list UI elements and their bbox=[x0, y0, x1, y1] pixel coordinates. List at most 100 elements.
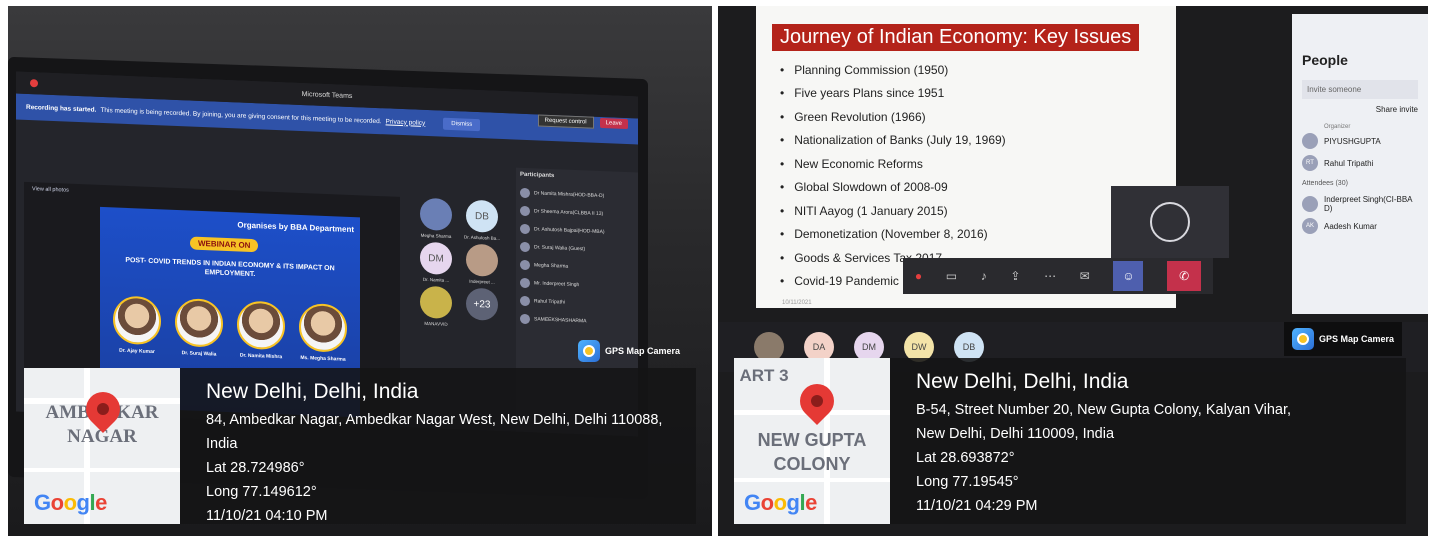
window-title: Microsoft Teams bbox=[301, 90, 353, 100]
participant-name: Dr. Suraj Walia (Guest) bbox=[534, 244, 586, 253]
photo-right-presentation: Journey of Indian Economy: Key Issues Pl… bbox=[718, 6, 1428, 536]
gps-camera-tag: GPS Map Camera bbox=[1284, 322, 1403, 356]
avatar: DM bbox=[420, 241, 452, 276]
meeting-controls: ● ▭ ♪ ⇪ ⋯ ✉ ☺ ✆ bbox=[903, 258, 1213, 294]
people-row[interactable]: PIYUSHGUPTA bbox=[1302, 130, 1418, 152]
view-all-photos[interactable]: View all photos bbox=[32, 186, 69, 193]
participant-name: Rahul Tripathi bbox=[534, 298, 565, 306]
gallery-name: MANAVVID bbox=[424, 320, 448, 327]
self-video-tile[interactable] bbox=[1111, 186, 1229, 258]
avatar bbox=[520, 187, 530, 199]
speaker-name: Dr. Suraj Walia bbox=[181, 350, 217, 358]
gallery-tile[interactable]: +23 bbox=[462, 287, 502, 324]
avatar bbox=[520, 313, 530, 325]
participant-name: SAMEEKSHASHARMA bbox=[534, 316, 587, 325]
people-row[interactable]: Inderpreet Singh(CI-BBA D) bbox=[1302, 193, 1418, 215]
attendees-label[interactable]: Attendees (30) bbox=[1302, 180, 1418, 187]
slide-bullet: New Economic Reforms bbox=[780, 152, 1006, 176]
avatar bbox=[520, 205, 530, 217]
speaker: Dr. Ajay Kumar bbox=[109, 295, 165, 355]
gps-camera-icon bbox=[578, 340, 600, 362]
participant-name: Dr Namita Mishra(HOD-BBA-D) bbox=[534, 190, 605, 200]
speaker: Dr. Suraj Walia bbox=[171, 297, 227, 358]
slide-bullet: Five years Plans since 1951 bbox=[780, 82, 1006, 106]
speaker-name: Ms. Megha Sharma bbox=[300, 354, 346, 363]
gallery-tile[interactable]: MANAVVID bbox=[416, 285, 456, 328]
gps-details: New Delhi, Delhi, India B-54, Street Num… bbox=[916, 370, 1392, 518]
recording-banner-text: This meeting is being recorded. By joini… bbox=[100, 106, 382, 125]
gps-longitude: Long 77.149612° bbox=[206, 484, 317, 500]
share-screen-icon[interactable]: ⇪ bbox=[1010, 269, 1020, 283]
gallery-tile[interactable]: DB Dr. Ashutosh Ba... bbox=[462, 199, 502, 241]
camera-off-icon[interactable]: ▭ bbox=[946, 269, 957, 283]
people-title: People bbox=[1302, 52, 1348, 68]
people-row[interactable]: AK Aadesh Kumar bbox=[1302, 215, 1418, 237]
map-label: COLONY bbox=[773, 454, 851, 474]
avatar bbox=[1302, 196, 1318, 212]
avatar bbox=[520, 223, 530, 235]
hang-up-icon[interactable]: ✆ bbox=[1167, 261, 1202, 291]
poster-badge: WEBINAR ON bbox=[190, 236, 259, 253]
speaker-photo bbox=[299, 302, 347, 353]
gps-longitude: Long 77.19545° bbox=[916, 474, 1019, 490]
people-name: Rahul Tripathi bbox=[1324, 158, 1374, 168]
map-corner-label: ART 3 bbox=[739, 366, 789, 385]
speaker-name: Dr. Ajay Kumar bbox=[119, 347, 155, 356]
gps-camera-label: GPS Map Camera bbox=[605, 346, 681, 356]
people-row[interactable]: RT Rahul Tripathi bbox=[1302, 152, 1418, 174]
participant-name: Mr. Inderpreet Singh bbox=[534, 280, 580, 289]
gps-camera-label: GPS Map Camera bbox=[1319, 334, 1395, 344]
dismiss-button[interactable]: Dismiss bbox=[443, 117, 481, 132]
recording-banner-bold: Recording has started. bbox=[26, 103, 97, 114]
gallery-tile[interactable]: Inderpreet ... bbox=[462, 243, 502, 285]
slide-date: 10/11/2021 bbox=[782, 300, 812, 306]
map-road bbox=[24, 468, 180, 472]
mic-off-icon[interactable]: ♪ bbox=[981, 269, 987, 283]
speaker-photo bbox=[113, 295, 161, 346]
gps-camera-icon bbox=[1292, 328, 1314, 350]
request-control-button[interactable]: Request control bbox=[537, 114, 594, 129]
gallery-name: Dr. Ashutosh Ba... bbox=[463, 234, 501, 241]
avatar-placeholder-icon bbox=[1150, 202, 1190, 242]
more-icon[interactable]: ⋯ bbox=[1044, 269, 1056, 283]
map-pin-icon bbox=[792, 376, 842, 426]
slide-bullet: Nationalization of Banks (July 19, 1969) bbox=[780, 129, 1005, 153]
gps-datetime: 11/10/21 04:10 PM bbox=[206, 508, 328, 524]
poster-title: POST- COVID TRENDS IN INDIAN ECONOMY & I… bbox=[125, 256, 335, 279]
avatar: RT bbox=[1302, 155, 1318, 171]
photo-left-laptop-meeting: Microsoft Teams Recording has started. T… bbox=[8, 6, 712, 536]
leave-button[interactable]: Leave bbox=[599, 117, 628, 130]
map-label: NEW GUPTA bbox=[757, 430, 867, 450]
record-dot-icon: ● bbox=[914, 269, 923, 283]
chat-icon[interactable]: ✉ bbox=[1080, 269, 1090, 283]
people-icon[interactable]: ☺ bbox=[1113, 261, 1144, 291]
privacy-policy-link[interactable]: Privacy policy bbox=[386, 118, 426, 127]
gps-overlay: AMBEDKAR NAGAR Google New Delhi, Delhi, … bbox=[24, 368, 696, 524]
participant-name: Dr. Ashutosh Bajpai(HOD-MBA) bbox=[534, 226, 605, 236]
avatar bbox=[520, 295, 530, 307]
gps-overlay: ART 3 NEW GUPTA COLONY Google New Delhi,… bbox=[734, 358, 1406, 524]
participant-row[interactable]: SAMEEKSHASHARMA bbox=[520, 310, 634, 333]
slide-title: Journey of Indian Economy: Key Issues bbox=[772, 24, 1140, 51]
speaker-photo bbox=[237, 300, 285, 351]
participants-title: Participants bbox=[520, 171, 555, 180]
gps-address: New Delhi, Delhi 110009, India bbox=[916, 426, 1115, 442]
gps-details: New Delhi, Delhi, India 84, Ambedkar Nag… bbox=[206, 380, 682, 528]
slide-bullet: Global Slowdown of 2008-09 bbox=[780, 176, 1006, 200]
participant-name: Dr Sheema Arora(CLBBA II 13) bbox=[534, 208, 604, 218]
slide-bullet: Demonetization (November 8, 2016) bbox=[780, 223, 1006, 247]
people-name: Inderpreet Singh(CI-BBA D) bbox=[1324, 195, 1413, 213]
avatar bbox=[1302, 133, 1318, 149]
invite-input[interactable]: Invite someone bbox=[1302, 80, 1418, 99]
participant-name: Megha Sharma bbox=[534, 262, 569, 270]
gps-address: 84, Ambedkar Nagar, Ambedkar Nagar West,… bbox=[206, 412, 663, 452]
gps-address: B-54, Street Number 20, New Gupta Colony… bbox=[916, 402, 1292, 418]
gps-city: New Delhi, Delhi, India bbox=[206, 380, 419, 403]
gps-latitude: Lat 28.693872° bbox=[916, 450, 1015, 466]
gallery-tile[interactable]: DM Dr. Namita ... bbox=[416, 241, 456, 284]
gallery-tile[interactable]: Megha Sharma bbox=[416, 197, 456, 240]
gps-city: New Delhi, Delhi, India bbox=[916, 370, 1129, 393]
share-invite-button[interactable]: Share invite bbox=[1302, 105, 1418, 114]
gps-camera-tag: GPS Map Camera bbox=[578, 340, 680, 362]
avatar bbox=[520, 259, 530, 271]
